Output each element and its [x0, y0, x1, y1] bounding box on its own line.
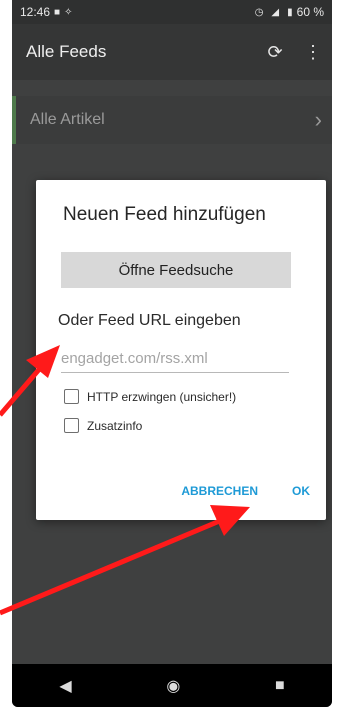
feed-url-label: Oder Feed URL eingeben: [58, 312, 241, 329]
app-title: Alle Feeds: [26, 42, 107, 61]
cancel-button[interactable]: ABBRECHEN: [181, 484, 258, 498]
app-bar: Alle Feeds ⟳ ⋮: [12, 24, 332, 80]
recents-icon[interactable]: ■: [275, 677, 285, 695]
list-item-label: Alle Artikel: [30, 111, 105, 128]
back-icon[interactable]: ◀: [59, 676, 71, 696]
battery-icon: ▮: [287, 6, 293, 18]
add-feed-dialog: Neuen Feed hinzufügen Öffne Feedsuche Od…: [36, 180, 326, 520]
extra-info-checkbox[interactable]: [64, 418, 79, 433]
dialog-title: Neuen Feed hinzufügen: [63, 204, 266, 225]
home-icon[interactable]: ◉: [166, 676, 180, 696]
ok-button[interactable]: OK: [292, 484, 310, 498]
extra-info-label: Zusatzinfo: [87, 418, 143, 433]
force-http-checkbox[interactable]: [64, 389, 79, 404]
notification-icon: ■: [54, 6, 61, 18]
navigation-bar: ◀ ◉ ■: [12, 664, 332, 707]
feed-url-input[interactable]: [61, 344, 289, 373]
force-http-checkbox-row[interactable]: HTTP erzwingen (unsicher!): [64, 389, 236, 404]
open-feed-search-button[interactable]: Öffne Feedsuche: [61, 252, 291, 288]
force-http-label: HTTP erzwingen (unsicher!): [87, 389, 237, 404]
refresh-icon[interactable]: ⟳: [256, 33, 294, 71]
status-time: 12:46: [20, 5, 51, 19]
list-accent-bar: [12, 96, 16, 144]
alarm-icon: ◷: [254, 6, 264, 18]
battery-level: 60 %: [296, 5, 324, 19]
more-vert-icon[interactable]: ⋮: [294, 33, 332, 71]
phone-screen: 12:46 ■ ✧ ◷ ◢ ▮ 60 % Alle Feeds ⟳ ⋮ Alle…: [12, 0, 332, 707]
list-item[interactable]: Alle Artikel ›: [12, 96, 332, 144]
dialog-actions: ABBRECHEN OK: [181, 484, 310, 498]
app-icon: ✧: [64, 6, 73, 18]
extra-info-checkbox-row[interactable]: Zusatzinfo: [64, 418, 142, 433]
status-bar: 12:46 ■ ✧ ◷ ◢ ▮ 60 %: [12, 0, 332, 24]
chevron-right-icon: ›: [314, 107, 322, 132]
signal-icon: ◢: [271, 6, 280, 18]
